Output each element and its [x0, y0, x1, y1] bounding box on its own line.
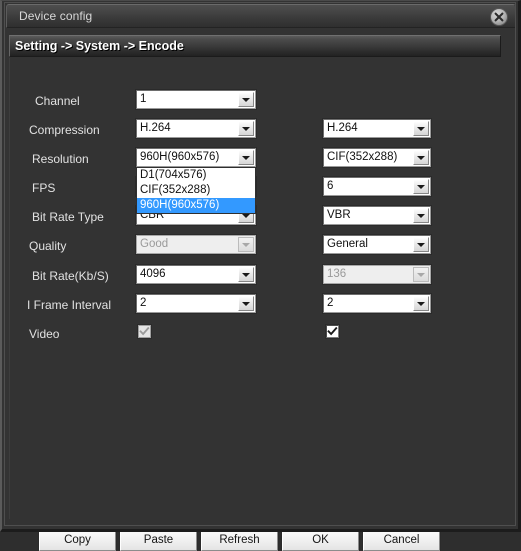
resolution-dropdown-list[interactable]: D1(704x576) CIF(352x288) 960H(960x576) — [136, 167, 256, 214]
quality-value-sub: General — [327, 238, 368, 250]
resolution-select[interactable]: 960H(960x576) — [136, 148, 256, 167]
label-resolution: Resolution — [32, 152, 89, 166]
compression-value-sub: H.264 — [327, 122, 358, 134]
label-channel: Channel — [35, 94, 80, 108]
chevron-down-icon[interactable] — [238, 267, 254, 282]
encode-settings-panel: Channel Compression Resolution FPS Bit R… — [9, 58, 502, 551]
i-frame-interval-value: 2 — [140, 297, 147, 309]
i-frame-interval-select[interactable]: 2 — [136, 294, 256, 313]
chevron-down-icon — [413, 267, 429, 282]
label-i-frame-interval: I Frame Interval — [27, 298, 112, 312]
i-frame-interval-select-sub[interactable]: 2 — [323, 294, 431, 313]
channel-value: 1 — [140, 93, 147, 105]
i-frame-interval-value-sub: 2 — [327, 297, 334, 309]
bit-rate-value-sub: 136 — [327, 268, 347, 280]
chevron-down-icon[interactable] — [413, 296, 429, 311]
chevron-down-icon — [238, 237, 254, 252]
bit-rate-type-select-sub[interactable]: VBR — [323, 206, 431, 225]
bit-rate-select-sub[interactable]: 136 — [323, 265, 431, 284]
dropdown-option-960h[interactable]: 960H(960x576) — [137, 198, 255, 213]
device-config-window: Device config Setting -> System -> Encod… — [0, 0, 521, 551]
ok-button[interactable]: OK — [282, 530, 359, 551]
copy-button[interactable]: Copy — [39, 530, 116, 551]
bit-rate-select[interactable]: 4096 — [136, 265, 256, 284]
chevron-down-icon[interactable] — [238, 92, 254, 107]
label-quality: Quality — [29, 239, 67, 253]
refresh-button[interactable]: Refresh — [201, 530, 278, 551]
cancel-button[interactable]: Cancel — [363, 530, 440, 551]
label-compression: Compression — [29, 123, 100, 137]
resolution-select-sub[interactable]: CIF(352x288) — [323, 148, 431, 167]
fps-select-sub[interactable]: 6 — [323, 177, 431, 196]
window-titlebar[interactable]: Device config — [6, 4, 516, 28]
video-checkbox-sub[interactable] — [326, 325, 339, 338]
video-checkbox-main[interactable] — [138, 325, 151, 338]
label-bit-rate-type: Bit Rate Type — [32, 210, 104, 224]
bit-rate-value: 4096 — [140, 268, 166, 280]
resolution-value: 960H(960x576) — [140, 151, 220, 163]
dropdown-option-cif[interactable]: CIF(352x288) — [137, 183, 255, 198]
breadcrumb: Setting -> System -> Encode — [15, 39, 184, 53]
label-video: Video — [29, 327, 60, 341]
fps-value-sub: 6 — [327, 180, 334, 192]
bit-rate-type-value-sub: VBR — [327, 209, 351, 221]
quality-value: Good — [140, 238, 169, 250]
chevron-down-icon[interactable] — [238, 121, 254, 136]
channel-select[interactable]: 1 — [136, 90, 256, 109]
label-bit-rate: Bit Rate(Kb/S) — [32, 269, 109, 283]
paste-button[interactable]: Paste — [120, 530, 197, 551]
compression-select-sub[interactable]: H.264 — [323, 119, 431, 138]
quality-select[interactable]: Good — [136, 235, 256, 254]
close-icon[interactable] — [490, 8, 508, 26]
label-fps: FPS — [32, 181, 56, 195]
resolution-value-sub: CIF(352x288) — [327, 151, 398, 163]
chevron-down-icon[interactable] — [413, 237, 429, 252]
quality-select-sub[interactable]: General — [323, 235, 431, 254]
section-header: Setting -> System -> Encode — [9, 35, 501, 57]
chevron-down-icon[interactable] — [413, 179, 429, 194]
chevron-down-icon[interactable] — [238, 150, 254, 165]
chevron-down-icon[interactable] — [413, 208, 429, 223]
window-title: Device config — [19, 9, 93, 23]
chevron-down-icon[interactable] — [413, 150, 429, 165]
compression-select[interactable]: H.264 — [136, 119, 256, 138]
dropdown-option-d1[interactable]: D1(704x576) — [137, 168, 255, 183]
chevron-down-icon[interactable] — [413, 121, 429, 136]
chevron-down-icon[interactable] — [238, 296, 254, 311]
compression-value: H.264 — [140, 122, 171, 134]
